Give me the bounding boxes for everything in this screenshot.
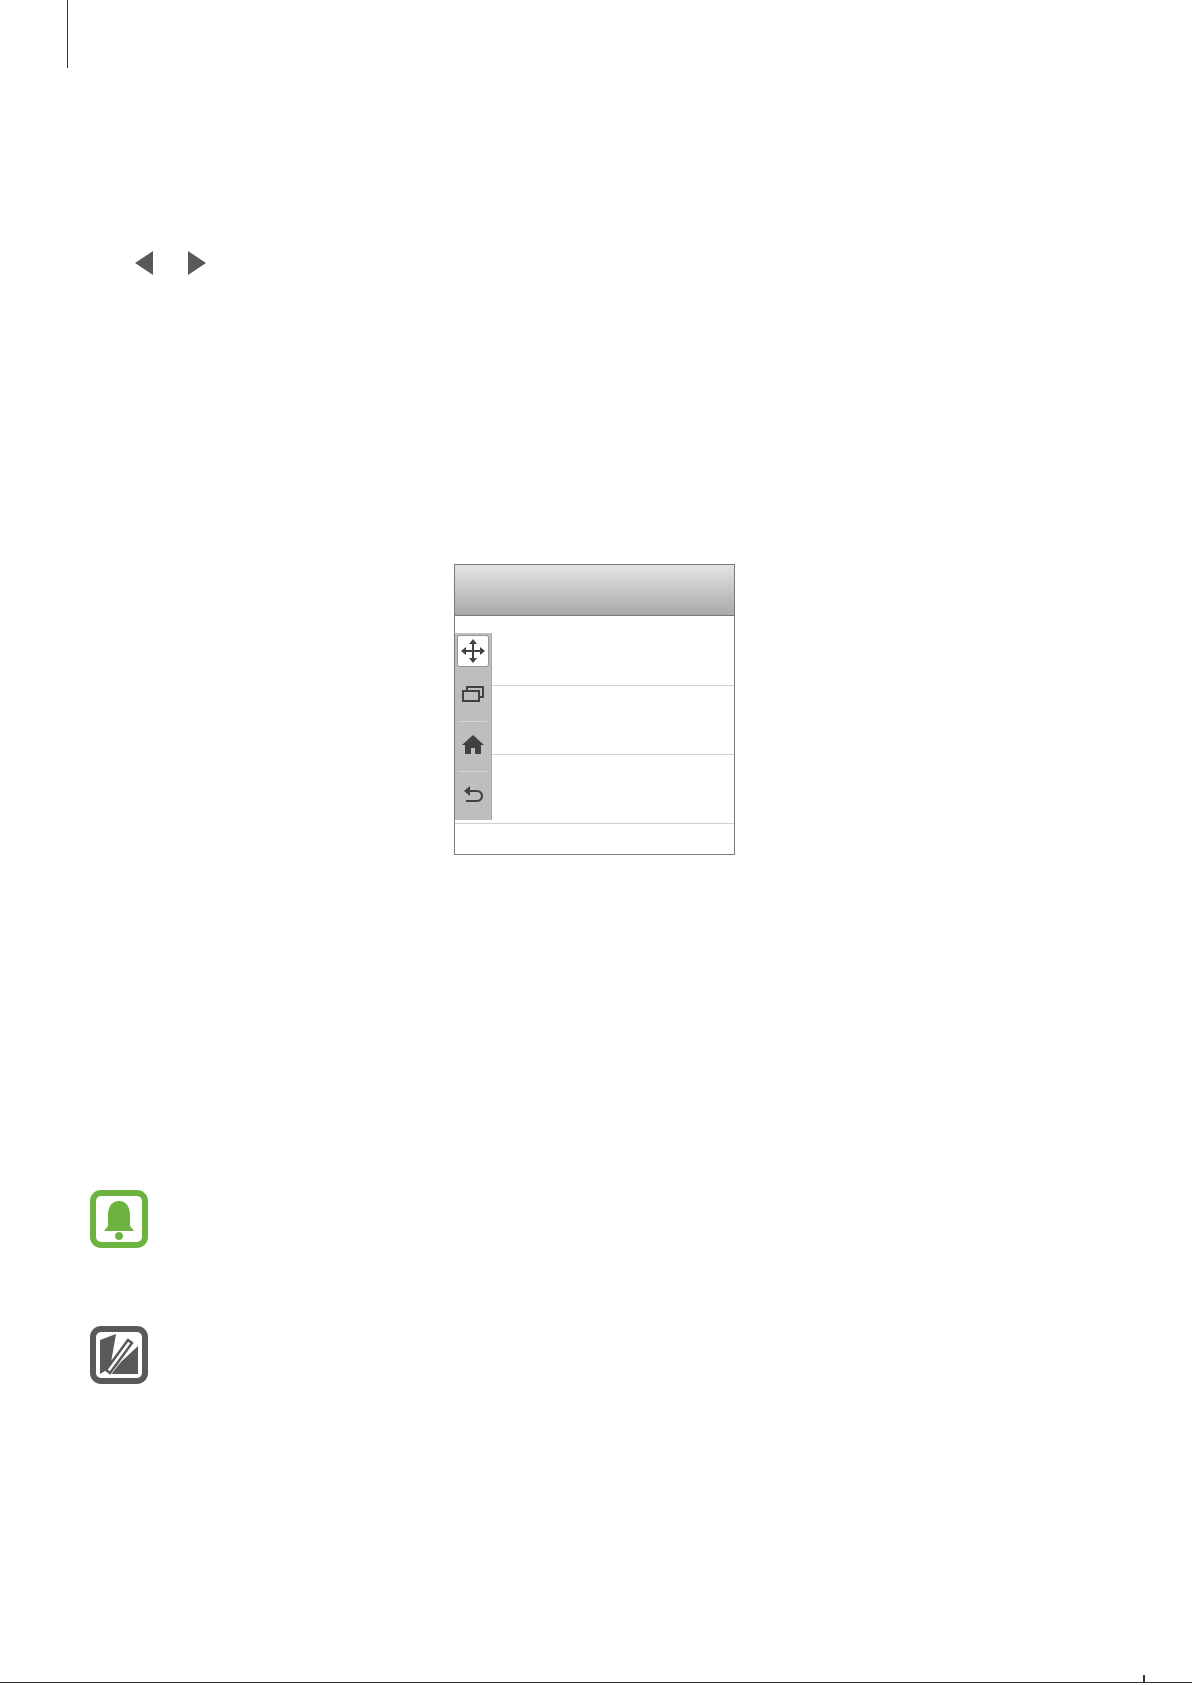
bell-icon xyxy=(90,1190,148,1248)
back-button[interactable] xyxy=(457,779,489,811)
home-button[interactable] xyxy=(457,729,489,761)
list-divider xyxy=(455,754,734,755)
toolbar-separator xyxy=(459,771,487,772)
recent-apps-button[interactable] xyxy=(457,678,489,710)
back-icon xyxy=(464,786,483,802)
toolbar-separator xyxy=(459,721,487,722)
list-divider xyxy=(455,685,734,686)
assistant-menu-toolbar[interactable] xyxy=(455,633,492,820)
move-icon xyxy=(461,639,485,663)
footer-rule xyxy=(0,1682,1192,1683)
recent-apps-icon xyxy=(462,686,484,702)
footer-corner-mark xyxy=(1143,1675,1145,1682)
pen-note-icon xyxy=(90,1326,148,1384)
page-margin-rule xyxy=(67,0,68,68)
list-divider xyxy=(455,823,734,824)
mockup-header-bar xyxy=(455,565,734,616)
home-icon xyxy=(462,735,484,754)
nav-arrows xyxy=(133,249,213,277)
phone-screen-mockup xyxy=(454,564,735,855)
triangle-right-icon xyxy=(188,251,206,275)
move-button[interactable] xyxy=(457,635,489,667)
triangle-left-icon xyxy=(135,251,153,275)
